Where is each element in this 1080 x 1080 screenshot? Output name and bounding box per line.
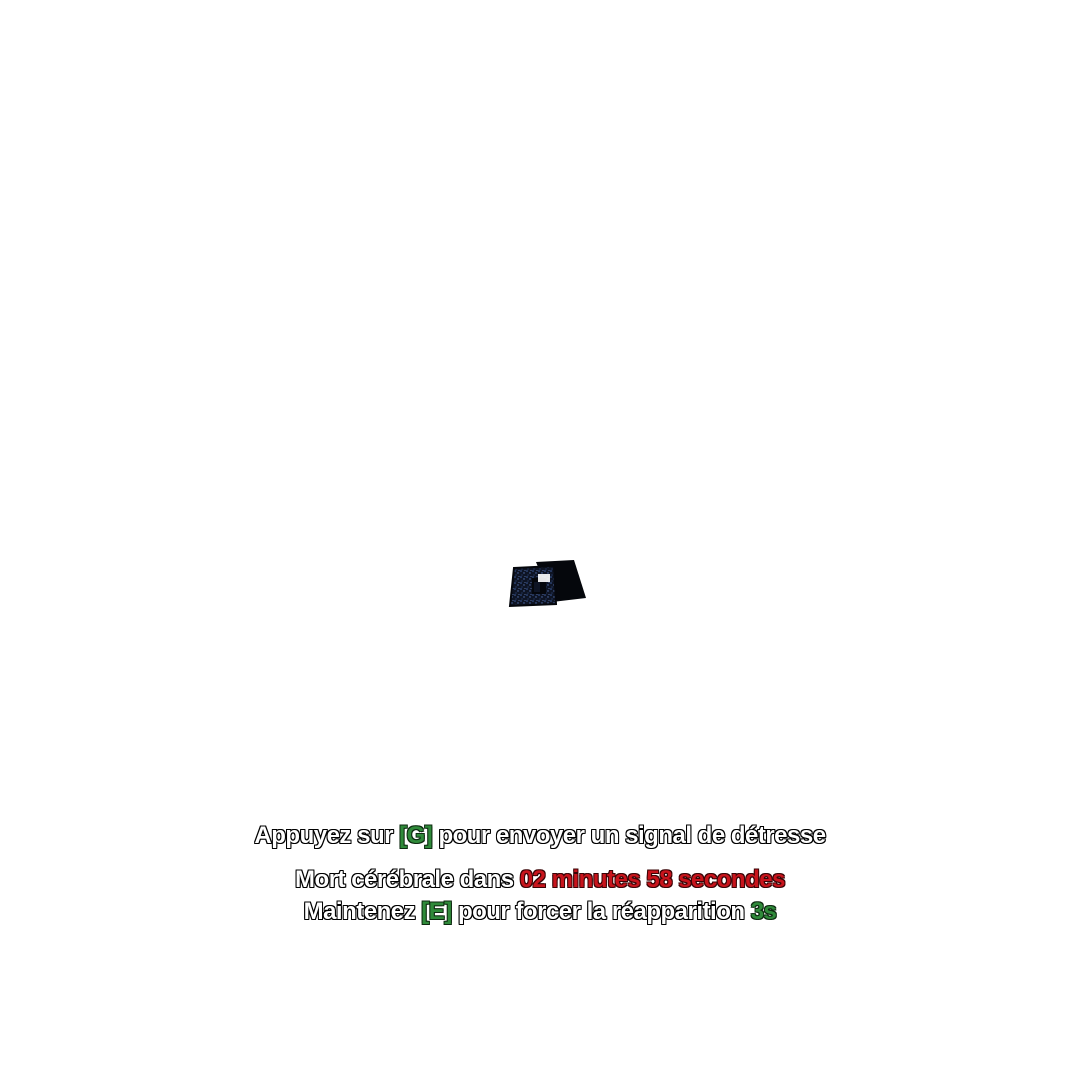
brain-death-countdown: 02 minutes 58 secondes: [519, 866, 786, 893]
respawn-hold-timer: 3s: [750, 898, 777, 925]
distress-logo-icon: [508, 560, 586, 608]
distress-prompt-suffix: pour envoyer un signal de détresse: [432, 822, 826, 849]
respawn-prefix: Maintenez: [303, 898, 422, 925]
game-screen: Appuyez sur [G] pour envoyer un signal d…: [0, 0, 1080, 1080]
respawn-middle: pour forcer la réapparition: [451, 898, 751, 925]
distress-signal-prompt: Appuyez sur [G] pour envoyer un signal d…: [0, 822, 1080, 850]
distress-prompt-prefix: Appuyez sur: [254, 822, 400, 849]
brain-death-timer: Mort cérébrale dans 02 minutes 58 second…: [0, 866, 1080, 894]
respawn-prompt: Maintenez [E] pour forcer la réapparitio…: [0, 898, 1080, 926]
respawn-key-hint: [E]: [421, 898, 452, 925]
distress-key-hint: [G]: [399, 822, 433, 849]
brain-death-prefix: Mort cérébrale dans: [295, 866, 520, 893]
